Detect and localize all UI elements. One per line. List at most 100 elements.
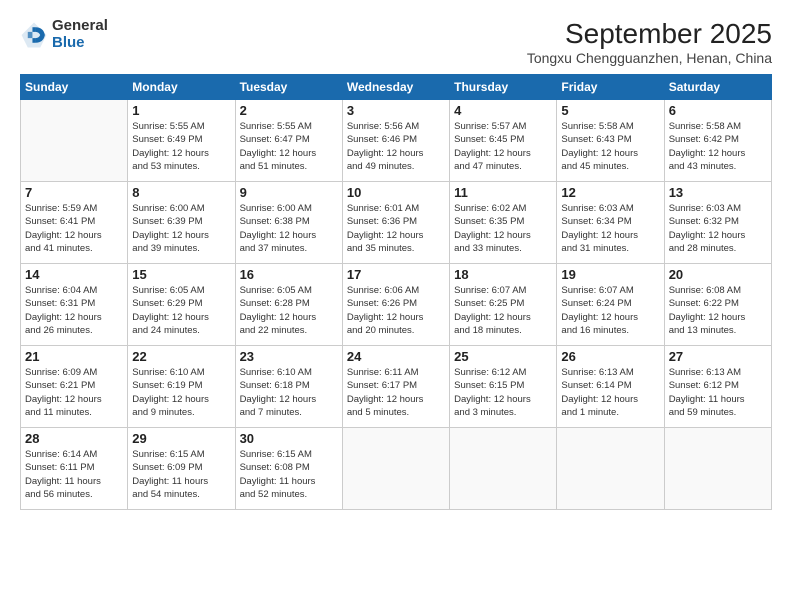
calendar-cell: 10 Sunrise: 6:01 AMSunset: 6:36 PMDayligh…: [342, 182, 449, 264]
cell-info: Sunrise: 6:03 AMSunset: 6:32 PMDaylight:…: [669, 202, 767, 255]
calendar-cell: 7Sunrise: 5:59 AMSunset: 6:41 PMDaylight…: [21, 182, 128, 264]
day-number: 9: [240, 185, 338, 200]
cell-info: Sunrise: 5:56 AMSunset: 6:46 PMDaylight:…: [347, 120, 445, 173]
cell-info: Sunrise: 6:07 AMSunset: 6:25 PMDaylight:…: [454, 284, 552, 337]
weekday-header-friday: Friday: [557, 75, 664, 100]
day-number: 17: [347, 267, 445, 282]
cell-info: Sunrise: 5:59 AMSunset: 6:41 PMDaylight:…: [25, 202, 123, 255]
week-row-4: 21 Sunrise: 6:09 AMSunset: 6:21 PMDayligh…: [21, 346, 772, 428]
logo-blue-text: Blue: [52, 35, 108, 52]
calendar-cell: 13Sunrise: 6:03 AMSunset: 6:32 PMDayligh…: [664, 182, 771, 264]
day-number: 30: [240, 431, 338, 446]
day-number: 25: [454, 349, 552, 364]
calendar-cell: 21 Sunrise: 6:09 AMSunset: 6:21 PMDayligh…: [21, 346, 128, 428]
calendar-cell: 12 Sunrise: 6:03 AMSunset: 6:34 PMDayligh…: [557, 182, 664, 264]
calendar-cell: 9 Sunrise: 6:00 AMSunset: 6:38 PMDaylight…: [235, 182, 342, 264]
cell-info: Sunrise: 6:14 AMSunset: 6:11 PMDaylight:…: [25, 448, 123, 501]
week-row-5: 28 Sunrise: 6:14 AMSunset: 6:11 PMDayligh…: [21, 428, 772, 510]
day-number: 2: [240, 103, 338, 118]
cell-info: Sunrise: 6:01 AMSunset: 6:36 PMDaylight:…: [347, 202, 445, 255]
calendar-cell: 17 Sunrise: 6:06 AMSunset: 6:26 PMDayligh…: [342, 264, 449, 346]
day-number: 28: [25, 431, 123, 446]
weekday-header-wednesday: Wednesday: [342, 75, 449, 100]
page: General Blue September 2025 Tongxu Cheng…: [0, 0, 792, 612]
cell-info: Sunrise: 6:13 AMSunset: 6:12 PMDaylight:…: [669, 366, 767, 419]
day-number: 4: [454, 103, 552, 118]
day-number: 11: [454, 185, 552, 200]
day-number: 8: [132, 185, 230, 200]
calendar-cell: [450, 428, 557, 510]
logo-text: General Blue: [52, 18, 108, 51]
day-number: 5: [561, 103, 659, 118]
calendar-cell: 20 Sunrise: 6:08 AMSunset: 6:22 PMDayligh…: [664, 264, 771, 346]
week-row-2: 7Sunrise: 5:59 AMSunset: 6:41 PMDaylight…: [21, 182, 772, 264]
calendar-cell: 29 Sunrise: 6:15 AMSunset: 6:09 PMDayligh…: [128, 428, 235, 510]
cell-info: Sunrise: 5:58 AMSunset: 6:42 PMDaylight:…: [669, 120, 767, 173]
week-row-1: 1 Sunrise: 5:55 AMSunset: 6:49 PMDaylight…: [21, 100, 772, 182]
weekday-header-thursday: Thursday: [450, 75, 557, 100]
day-number: 27: [669, 349, 767, 364]
cell-info: Sunrise: 6:09 AMSunset: 6:21 PMDaylight:…: [25, 366, 123, 419]
cell-info: Sunrise: 6:10 AMSunset: 6:18 PMDaylight:…: [240, 366, 338, 419]
location: Tongxu Chengguanzhen, Henan, China: [527, 50, 772, 66]
weekday-header-row: SundayMondayTuesdayWednesdayThursdayFrid…: [21, 75, 772, 100]
cell-info: Sunrise: 6:15 AMSunset: 6:09 PMDaylight:…: [132, 448, 230, 501]
cell-info: Sunrise: 6:08 AMSunset: 6:22 PMDaylight:…: [669, 284, 767, 337]
cell-info: Sunrise: 6:06 AMSunset: 6:26 PMDaylight:…: [347, 284, 445, 337]
day-number: 18: [454, 267, 552, 282]
calendar-cell: 6 Sunrise: 5:58 AMSunset: 6:42 PMDaylight…: [664, 100, 771, 182]
day-number: 1: [132, 103, 230, 118]
cell-info: Sunrise: 6:03 AMSunset: 6:34 PMDaylight:…: [561, 202, 659, 255]
calendar-cell: 19Sunrise: 6:07 AMSunset: 6:24 PMDayligh…: [557, 264, 664, 346]
month-title: September 2025: [527, 18, 772, 50]
weekday-header-monday: Monday: [128, 75, 235, 100]
calendar-cell: 5 Sunrise: 5:58 AMSunset: 6:43 PMDaylight…: [557, 100, 664, 182]
calendar-cell: 24 Sunrise: 6:11 AMSunset: 6:17 PMDayligh…: [342, 346, 449, 428]
cell-info: Sunrise: 6:15 AMSunset: 6:08 PMDaylight:…: [240, 448, 338, 501]
cell-info: Sunrise: 6:10 AMSunset: 6:19 PMDaylight:…: [132, 366, 230, 419]
cell-info: Sunrise: 5:57 AMSunset: 6:45 PMDaylight:…: [454, 120, 552, 173]
header: General Blue September 2025 Tongxu Cheng…: [20, 18, 772, 66]
day-number: 12: [561, 185, 659, 200]
day-number: 20: [669, 267, 767, 282]
weekday-header-sunday: Sunday: [21, 75, 128, 100]
calendar-cell: [664, 428, 771, 510]
cell-info: Sunrise: 6:00 AMSunset: 6:38 PMDaylight:…: [240, 202, 338, 255]
week-row-3: 14Sunrise: 6:04 AMSunset: 6:31 PMDayligh…: [21, 264, 772, 346]
cell-info: Sunrise: 6:13 AMSunset: 6:14 PMDaylight:…: [561, 366, 659, 419]
cell-info: Sunrise: 5:58 AMSunset: 6:43 PMDaylight:…: [561, 120, 659, 173]
title-block: September 2025 Tongxu Chengguanzhen, Hen…: [527, 18, 772, 66]
logo-general-text: General: [52, 18, 108, 35]
logo: General Blue: [20, 18, 108, 51]
calendar-cell: 28 Sunrise: 6:14 AMSunset: 6:11 PMDayligh…: [21, 428, 128, 510]
day-number: 24: [347, 349, 445, 364]
day-number: 10: [347, 185, 445, 200]
calendar-cell: 15Sunrise: 6:05 AMSunset: 6:29 PMDayligh…: [128, 264, 235, 346]
day-number: 29: [132, 431, 230, 446]
calendar-cell: 1 Sunrise: 5:55 AMSunset: 6:49 PMDaylight…: [128, 100, 235, 182]
day-number: 19: [561, 267, 659, 282]
calendar-cell: [21, 100, 128, 182]
cell-info: Sunrise: 6:02 AMSunset: 6:35 PMDaylight:…: [454, 202, 552, 255]
cell-info: Sunrise: 6:00 AMSunset: 6:39 PMDaylight:…: [132, 202, 230, 255]
day-number: 3: [347, 103, 445, 118]
calendar-cell: 27 Sunrise: 6:13 AMSunset: 6:12 PMDayligh…: [664, 346, 771, 428]
day-number: 21: [25, 349, 123, 364]
day-number: 6: [669, 103, 767, 118]
calendar-cell: 8 Sunrise: 6:00 AMSunset: 6:39 PMDaylight…: [128, 182, 235, 264]
calendar-cell: [557, 428, 664, 510]
day-number: 16: [240, 267, 338, 282]
calendar-cell: 2Sunrise: 5:55 AMSunset: 6:47 PMDaylight…: [235, 100, 342, 182]
calendar-cell: 30 Sunrise: 6:15 AMSunset: 6:08 PMDayligh…: [235, 428, 342, 510]
calendar-cell: 26Sunrise: 6:13 AMSunset: 6:14 PMDayligh…: [557, 346, 664, 428]
calendar-cell: [342, 428, 449, 510]
calendar-cell: 14Sunrise: 6:04 AMSunset: 6:31 PMDayligh…: [21, 264, 128, 346]
cell-info: Sunrise: 6:05 AMSunset: 6:29 PMDaylight:…: [132, 284, 230, 337]
calendar-cell: 11 Sunrise: 6:02 AMSunset: 6:35 PMDayligh…: [450, 182, 557, 264]
calendar-cell: 25Sunrise: 6:12 AMSunset: 6:15 PMDayligh…: [450, 346, 557, 428]
cell-info: Sunrise: 6:11 AMSunset: 6:17 PMDaylight:…: [347, 366, 445, 419]
cell-info: Sunrise: 5:55 AMSunset: 6:49 PMDaylight:…: [132, 120, 230, 173]
weekday-header-tuesday: Tuesday: [235, 75, 342, 100]
cell-info: Sunrise: 6:05 AMSunset: 6:28 PMDaylight:…: [240, 284, 338, 337]
weekday-header-saturday: Saturday: [664, 75, 771, 100]
